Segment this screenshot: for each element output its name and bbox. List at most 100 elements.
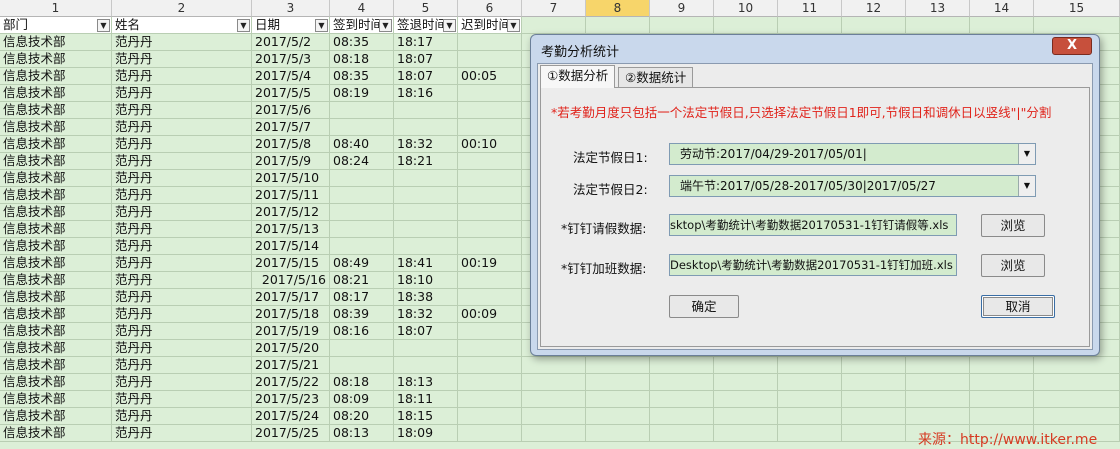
- table-cell[interactable]: [458, 340, 522, 357]
- table-cell[interactable]: 08:24: [330, 153, 394, 170]
- table-cell[interactable]: 范丹丹: [112, 51, 252, 68]
- table-cell[interactable]: 2017/5/17: [252, 289, 330, 306]
- table-cell[interactable]: 信息技术部: [0, 136, 112, 153]
- table-cell[interactable]: 08:35: [330, 34, 394, 51]
- empty-cell[interactable]: [586, 17, 650, 34]
- filter-dropdown-icon[interactable]: ▼: [237, 19, 250, 32]
- empty-cell[interactable]: [906, 357, 970, 374]
- table-cell[interactable]: 信息技术部: [0, 221, 112, 238]
- column-header[interactable]: 5: [394, 0, 458, 17]
- table-cell[interactable]: 00:19: [458, 255, 522, 272]
- table-cell[interactable]: [394, 119, 458, 136]
- table-cell[interactable]: [458, 425, 522, 442]
- table-cell[interactable]: 08:09: [330, 391, 394, 408]
- table-cell[interactable]: 2017/5/5: [252, 85, 330, 102]
- column-header[interactable]: 3: [252, 0, 330, 17]
- empty-cell[interactable]: [522, 391, 586, 408]
- empty-cell[interactable]: [650, 357, 714, 374]
- table-cell[interactable]: 信息技术部: [0, 51, 112, 68]
- table-cell[interactable]: 2017/5/20: [252, 340, 330, 357]
- table-cell[interactable]: [458, 357, 522, 374]
- table-cell[interactable]: [458, 102, 522, 119]
- table-cell[interactable]: 2017/5/16: [252, 272, 330, 289]
- table-cell[interactable]: [394, 102, 458, 119]
- table-cell[interactable]: [394, 340, 458, 357]
- table-cell[interactable]: 信息技术部: [0, 34, 112, 51]
- table-cell[interactable]: [330, 238, 394, 255]
- table-cell[interactable]: 信息技术部: [0, 102, 112, 119]
- table-cell[interactable]: [394, 221, 458, 238]
- empty-cell[interactable]: [778, 391, 842, 408]
- header-cell[interactable]: 姓名 ▼: [112, 17, 252, 34]
- empty-cell[interactable]: [586, 408, 650, 425]
- table-cell[interactable]: [458, 187, 522, 204]
- table-cell[interactable]: 08:49: [330, 255, 394, 272]
- table-cell[interactable]: 范丹丹: [112, 357, 252, 374]
- table-cell[interactable]: 范丹丹: [112, 102, 252, 119]
- empty-cell[interactable]: [842, 17, 906, 34]
- empty-cell[interactable]: [778, 408, 842, 425]
- empty-cell[interactable]: [714, 357, 778, 374]
- table-cell[interactable]: [330, 119, 394, 136]
- table-cell[interactable]: 2017/5/7: [252, 119, 330, 136]
- empty-cell[interactable]: [650, 17, 714, 34]
- empty-cell[interactable]: [586, 425, 650, 442]
- table-cell[interactable]: 18:32: [394, 136, 458, 153]
- table-cell[interactable]: 范丹丹: [112, 153, 252, 170]
- table-cell[interactable]: 信息技术部: [0, 425, 112, 442]
- column-header[interactable]: 12: [842, 0, 906, 17]
- empty-cell[interactable]: [842, 425, 906, 442]
- table-cell[interactable]: 18:38: [394, 289, 458, 306]
- empty-cell[interactable]: [970, 408, 1034, 425]
- table-cell[interactable]: 信息技术部: [0, 204, 112, 221]
- empty-cell[interactable]: [522, 374, 586, 391]
- table-cell[interactable]: 范丹丹: [112, 408, 252, 425]
- empty-cell[interactable]: [842, 391, 906, 408]
- column-header[interactable]: 15: [1034, 0, 1120, 17]
- column-header[interactable]: 14: [970, 0, 1034, 17]
- empty-cell[interactable]: [650, 408, 714, 425]
- table-cell[interactable]: 2017/5/13: [252, 221, 330, 238]
- empty-cell[interactable]: [906, 391, 970, 408]
- table-cell[interactable]: 信息技术部: [0, 323, 112, 340]
- table-cell[interactable]: 信息技术部: [0, 289, 112, 306]
- table-cell[interactable]: 2017/5/4: [252, 68, 330, 85]
- table-cell[interactable]: 范丹丹: [112, 374, 252, 391]
- table-cell[interactable]: 2017/5/24: [252, 408, 330, 425]
- holiday2-select[interactable]: 端午节:2017/05/28-2017/05/30|2017/05/27 ▼: [669, 175, 1036, 197]
- empty-cell[interactable]: [714, 17, 778, 34]
- table-cell[interactable]: [330, 187, 394, 204]
- table-cell[interactable]: 2017/5/2: [252, 34, 330, 51]
- table-cell[interactable]: [458, 170, 522, 187]
- table-cell[interactable]: 2017/5/6: [252, 102, 330, 119]
- column-header[interactable]: 11: [778, 0, 842, 17]
- empty-cell[interactable]: [1034, 357, 1120, 374]
- table-cell[interactable]: 范丹丹: [112, 425, 252, 442]
- table-cell[interactable]: 08:17: [330, 289, 394, 306]
- table-cell[interactable]: [458, 408, 522, 425]
- empty-cell[interactable]: [842, 357, 906, 374]
- table-cell[interactable]: 范丹丹: [112, 204, 252, 221]
- table-cell[interactable]: [394, 204, 458, 221]
- header-cell[interactable]: 迟到时间 ▼: [458, 17, 522, 34]
- table-cell[interactable]: 范丹丹: [112, 323, 252, 340]
- empty-cell[interactable]: [778, 357, 842, 374]
- ok-button[interactable]: 确定: [669, 295, 739, 318]
- table-cell[interactable]: 信息技术部: [0, 238, 112, 255]
- column-header[interactable]: 2: [112, 0, 252, 17]
- column-header[interactable]: 1: [0, 0, 112, 17]
- table-cell[interactable]: 范丹丹: [112, 306, 252, 323]
- table-cell[interactable]: 18:17: [394, 34, 458, 51]
- table-cell[interactable]: 2017/5/25: [252, 425, 330, 442]
- table-cell[interactable]: [458, 153, 522, 170]
- table-cell[interactable]: 范丹丹: [112, 238, 252, 255]
- leave-data-input[interactable]: sktop\考勤统计\考勤数据20170531-1钉钉请假等.xls: [669, 214, 957, 236]
- table-cell[interactable]: [394, 357, 458, 374]
- empty-cell[interactable]: [778, 374, 842, 391]
- table-cell[interactable]: [458, 238, 522, 255]
- table-cell[interactable]: [394, 238, 458, 255]
- empty-cell[interactable]: [1034, 17, 1120, 34]
- overtime-data-input[interactable]: Desktop\考勤统计\考勤数据20170531-1钉钉加班.xls: [669, 254, 957, 276]
- header-cell[interactable]: 签退时间 ▼: [394, 17, 458, 34]
- table-cell[interactable]: 信息技术部: [0, 391, 112, 408]
